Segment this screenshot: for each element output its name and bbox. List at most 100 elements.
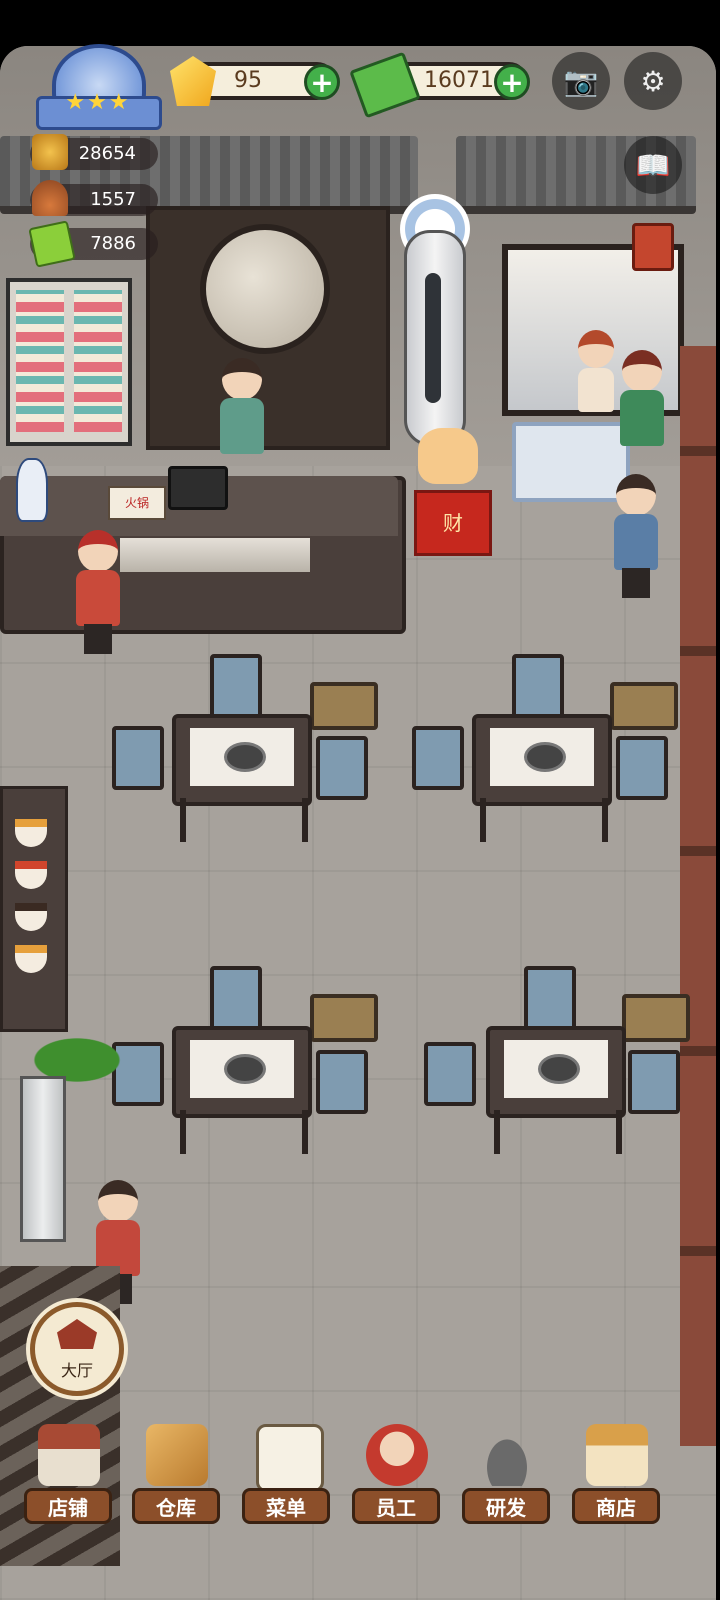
stat-row: 28654 [30,134,158,170]
hotpot-table[interactable] [472,714,612,844]
stat-row: 7886 [28,220,158,268]
nav-research[interactable]: 研发 [456,1424,556,1530]
nav-label: 仓库 [132,1488,220,1524]
lucky-cat[interactable]: 财 [408,428,492,568]
nav-menu[interactable]: 菜单 [236,1424,336,1530]
hall-label: 大厅 [60,1361,93,1380]
sauce-bowl [15,903,47,931]
air-conditioner[interactable] [404,230,466,446]
shop-icon [38,1424,100,1486]
hall-house-icon [57,1319,97,1349]
lucky-cat-icon [418,428,478,484]
woman-head [622,350,662,392]
star-rating-icon: ★★★ [65,90,131,115]
chair[interactable] [316,1050,368,1114]
store-icon [586,1424,648,1486]
chair[interactable] [616,736,668,800]
hotpot-table[interactable] [486,1026,626,1156]
camera-button[interactable]: 📷 [552,52,610,110]
question-book-icon: 📖 [635,148,671,182]
plant-pillar [20,1076,66,1242]
right-wood-wall [680,346,716,1446]
chair[interactable] [628,1050,680,1114]
nav-staff[interactable]: 员工 [346,1424,446,1530]
chair[interactable] [210,966,262,1030]
vase [16,458,48,522]
bottom-navigation: 店铺 仓库 菜单 员工 研发 商店 [0,1424,716,1534]
gem-amount: 95 [234,68,262,93]
table-top [472,714,612,806]
table-legs [480,798,608,842]
sauce-bowl [15,819,47,847]
bench[interactable] [310,682,378,730]
nav-label: 研发 [462,1488,550,1524]
sauce-bowl [15,861,47,889]
settings-button[interactable]: ⚙ [624,52,682,110]
child-body [578,368,614,412]
camera-icon: 📷 [563,64,599,98]
round-window [200,224,330,354]
pot-icon [32,134,68,170]
customer-woman[interactable] [616,350,668,476]
man-body [614,514,658,570]
nav-label: 菜单 [242,1488,330,1524]
customer-man[interactable] [610,474,662,600]
waiter-legs [84,624,112,654]
bench[interactable] [310,994,378,1042]
cashier-staff[interactable] [216,358,268,484]
cashier-body [220,398,264,454]
table-legs [180,1110,308,1154]
woman-body [620,390,664,446]
nav-store[interactable]: 商店 [566,1424,666,1530]
add-cash-button[interactable]: + [494,64,530,100]
nav-warehouse[interactable]: 仓库 [126,1424,226,1530]
chair[interactable] [112,726,164,790]
warehouse-boxes-icon [146,1424,208,1486]
chair[interactable] [210,654,262,718]
waiter-body [76,570,120,626]
man-legs [622,568,650,598]
drinks-fridge[interactable] [6,278,132,446]
child-head [578,330,614,368]
guide-book-button[interactable]: 📖 [624,136,682,194]
stat-value: 1557 [90,189,136,210]
red-notebook-icon [632,223,674,271]
gear-icon: ⚙ [640,64,666,98]
stat-value: 28654 [78,143,136,164]
landscape-painting [120,538,310,572]
hotpot-table[interactable] [172,1026,312,1156]
chair[interactable] [512,654,564,718]
hotpot-table[interactable] [172,714,312,844]
table-top [172,1026,312,1118]
customer-child[interactable] [578,330,618,440]
bench[interactable] [610,682,678,730]
service-bell-icon [32,180,68,216]
bench[interactable] [622,994,690,1042]
waiter-with-fish[interactable] [72,530,124,656]
journal-button[interactable] [624,218,682,276]
stat-row: 1557 [30,180,158,216]
wok-research-icon [476,1424,538,1486]
fortune-box: 财 [414,490,492,556]
table-top [486,1026,626,1118]
cashier-head [222,358,262,400]
table-legs [180,798,308,842]
sauce-station[interactable] [0,786,68,1032]
chair[interactable] [524,966,576,1030]
table-legs [494,1110,622,1154]
waiter-head [78,530,118,572]
waitress-head [98,1180,138,1222]
table-top [172,714,312,806]
chair[interactable] [316,736,368,800]
ticket-icon [28,220,76,268]
stat-value: 7886 [90,233,136,254]
nav-shop[interactable]: 店铺 [18,1424,118,1530]
add-gems-button[interactable]: + [304,64,340,100]
nav-label: 店铺 [24,1488,112,1524]
restaurant-level-badge[interactable]: ★★★ [36,44,162,130]
hall-button[interactable]: 大厅 [30,1302,124,1396]
menu-card: 火锅 [108,486,166,520]
chair[interactable] [412,726,464,790]
nav-label: 员工 [352,1488,440,1524]
chair[interactable] [424,1042,476,1106]
